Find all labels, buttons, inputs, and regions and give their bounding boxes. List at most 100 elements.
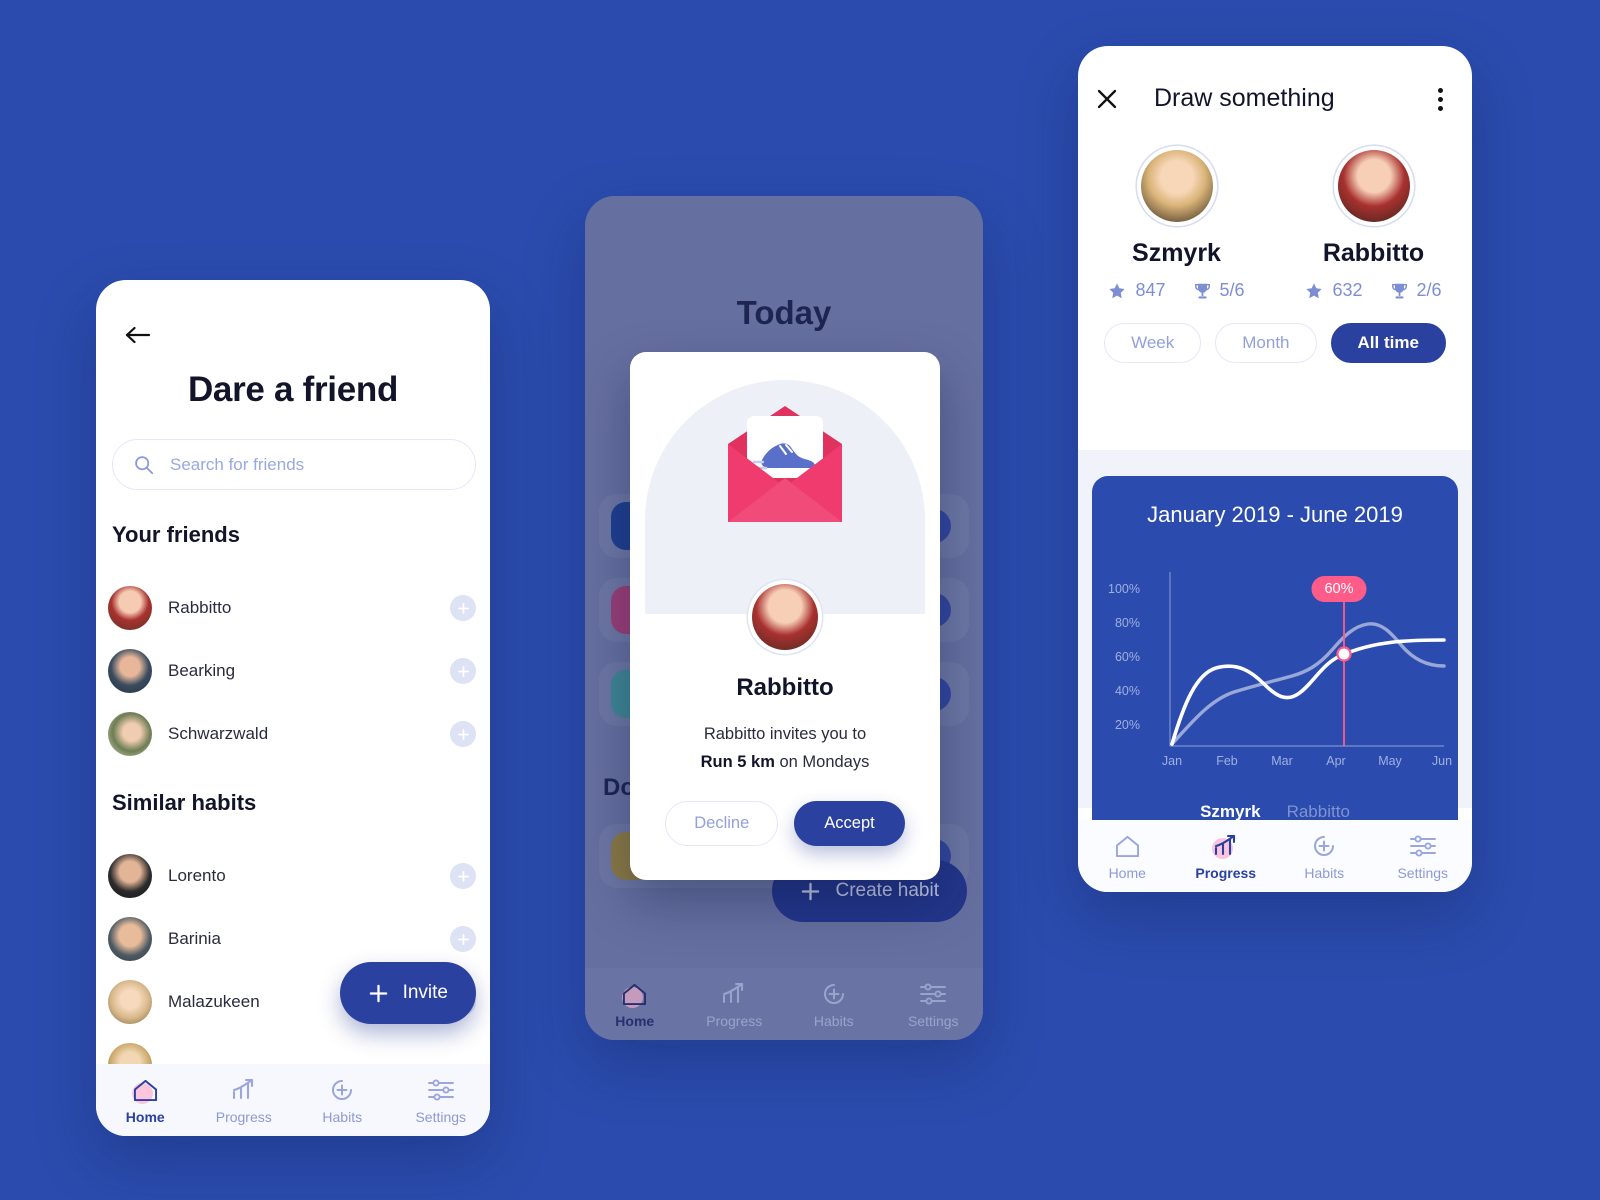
avatar (108, 980, 152, 1024)
progress-chart-icon (1211, 832, 1241, 860)
home-icon (130, 1076, 160, 1104)
nav-item-progress[interactable]: Progress (1177, 832, 1276, 881)
create-habit-label: Create habit (835, 880, 939, 901)
player-card: Rabbitto 632 2/6 (1275, 146, 1472, 301)
star-icon (1109, 282, 1126, 298)
back-button[interactable] (121, 318, 155, 352)
nav-item-home[interactable]: Home (96, 1076, 195, 1125)
nav-label: Habits (1304, 864, 1345, 881)
invite-button[interactable]: Invite (339, 962, 476, 1024)
page-title: Today (736, 294, 832, 331)
modal-avatar (748, 580, 822, 654)
player-trophies: 2/6 (1416, 280, 1442, 300)
x-tick-label: Apr (1326, 754, 1346, 768)
plus-icon (457, 933, 469, 945)
close-icon (1097, 89, 1117, 109)
phone-draw-something: Draw something Szmyrk 847 5/6 Rabbitto 6… (1078, 46, 1472, 892)
nav-item-habits[interactable]: Habits (784, 980, 884, 1029)
chart-legend: Szmyrk Rabbitto (1092, 802, 1458, 822)
friend-row[interactable]: Barinia (108, 913, 476, 965)
friend-name: Lorento (168, 866, 226, 885)
nav-item-settings[interactable]: Settings (1374, 832, 1473, 881)
progress-chart-icon (719, 980, 749, 1008)
add-friend-button[interactable] (450, 658, 476, 684)
habits-plus-circle-icon (327, 1076, 357, 1104)
canvas: Dare a friend Your friends Rabbitto Bear… (0, 0, 1600, 1200)
nav-label: Settings (415, 1108, 467, 1125)
nav-item-home[interactable]: Home (1078, 832, 1177, 881)
player-card: Szmyrk 847 5/6 (1078, 146, 1275, 301)
search-input[interactable] (170, 454, 455, 475)
avatar (108, 649, 152, 693)
nav-label: Settings (1397, 864, 1449, 881)
nav-label: Progress (1195, 864, 1257, 881)
page-title: Dare a friend (187, 370, 399, 409)
friend-name: Barinia (168, 929, 221, 948)
search-icon (135, 456, 154, 475)
invite-label: Invite (402, 982, 448, 1003)
add-friend-button[interactable] (450, 926, 476, 952)
tab-month[interactable]: Month (1215, 323, 1317, 363)
friend-name: Bearking (168, 661, 236, 680)
friend-row[interactable]: Lorento (108, 850, 476, 902)
chart-area: January 2019 - June 2019 100% 80% 60% 40… (1078, 450, 1472, 840)
x-tick-label: Mar (1271, 754, 1293, 768)
nav-item-habits[interactable]: Habits (1275, 832, 1374, 881)
nav-label: Progress (215, 1108, 272, 1125)
legend-series-szmyrk[interactable]: Szmyrk (1200, 802, 1260, 822)
friend-row[interactable]: Bearking (108, 645, 476, 697)
settings-sliders-icon (918, 980, 948, 1008)
nav-label: Habits (813, 1012, 854, 1029)
section-heading-similar-habits: Similar habits (112, 790, 257, 815)
friend-row[interactable]: Rabbitto (108, 582, 476, 634)
nav-item-habits[interactable]: Habits (293, 1076, 392, 1125)
search-field[interactable] (112, 439, 476, 490)
phone-dare-a-friend: Dare a friend Your friends Rabbitto Bear… (96, 280, 490, 1136)
accept-button[interactable]: Accept (794, 801, 905, 846)
modal-sender-name: Rabbitto (736, 674, 834, 701)
close-button[interactable] (1092, 84, 1122, 114)
habits-plus-circle-icon (819, 980, 849, 1008)
section-heading-your-friends: Your friends (112, 522, 240, 547)
nav-item-progress[interactable]: Progress (685, 980, 785, 1029)
modal-message: Rabbitto invites you to Run 5 km on Mond… (648, 720, 922, 777)
add-friend-button[interactable] (450, 595, 476, 621)
player-stats: 847 5/6 (1078, 280, 1275, 301)
x-tick-label: Feb (1216, 754, 1238, 768)
chart-svg (1169, 572, 1446, 747)
nav-item-home[interactable]: Home (585, 980, 685, 1029)
nav-item-settings[interactable]: Settings (884, 980, 984, 1029)
envelope-with-running-shoe-icon (728, 406, 842, 522)
nav-item-progress[interactable]: Progress (195, 1076, 294, 1125)
more-vertical-icon[interactable] (1426, 84, 1454, 114)
nav-item-settings[interactable]: Settings (392, 1076, 491, 1125)
arrow-left-icon (125, 326, 151, 344)
settings-sliders-icon (1408, 832, 1438, 860)
decline-button[interactable]: Decline (665, 801, 779, 846)
avatar (108, 586, 152, 630)
trophy-icon (1194, 283, 1210, 299)
avatar (108, 917, 152, 961)
progress-chart-card: January 2019 - June 2019 100% 80% 60% 40… (1092, 476, 1458, 840)
legend-series-rabbitto[interactable]: Rabbitto (1287, 802, 1350, 822)
progress-chart-icon (229, 1076, 259, 1104)
nav-label: Progress (706, 1012, 763, 1029)
nav-label: Habits (322, 1108, 363, 1125)
nav-label: Home (615, 1012, 655, 1029)
y-tick-label: 80% (1114, 616, 1140, 630)
player-stars: 632 (1332, 280, 1363, 300)
players-row: Szmyrk 847 5/6 Rabbitto 632 2/6 (1078, 146, 1472, 301)
avatar (108, 854, 152, 898)
modal-message-habit: Run 5 km (700, 753, 775, 772)
phone-today-invite: Today Do Create habit Rabbitto Rabbitto … (585, 196, 983, 1040)
add-friend-button[interactable] (450, 863, 476, 889)
home-icon (1112, 832, 1142, 860)
add-friend-button[interactable] (450, 721, 476, 747)
plus-icon (802, 882, 820, 900)
bottom-nav: Home Progress Habits Settings (585, 968, 983, 1040)
x-tick-label: Jan (1161, 754, 1183, 768)
friend-row[interactable]: Schwarzwald (108, 708, 476, 760)
tab-all-time[interactable]: All time (1330, 323, 1446, 363)
tab-week[interactable]: Week (1104, 323, 1202, 363)
modal-message-line1: Rabbitto invites you to (703, 725, 867, 743)
